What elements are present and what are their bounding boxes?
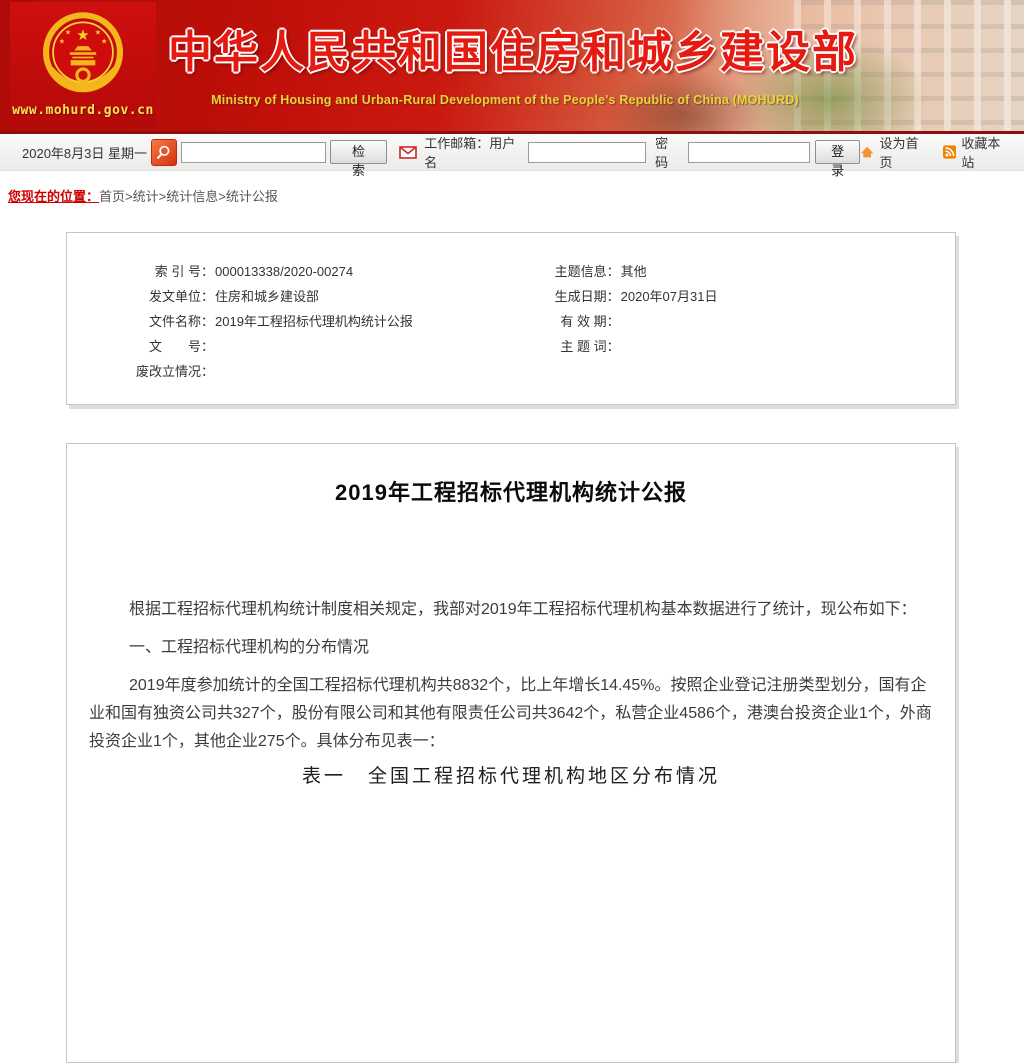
login-button[interactable]: 登录 — [815, 140, 860, 164]
paragraph-section-heading: 一、工程招标代理机构的分布情况 — [89, 634, 933, 662]
current-date: 2020年8月3日 星期一 — [22, 143, 151, 162]
meta-label: 生成日期： — [538, 284, 620, 309]
search-button[interactable]: 检 索 — [330, 140, 387, 164]
meta-row-topic-info: 主题信息： 其他 — [538, 259, 955, 284]
paragraph-statistics: 2019年度参加统计的全国工程招标代理机构共8832个，比上年增长14.45%。… — [89, 672, 933, 756]
document-body-box: 2019年工程招标代理机构统计公报 根据工程招标代理机构统计制度相关规定，我部对… — [66, 443, 956, 1063]
mail-icon — [399, 146, 417, 159]
meta-row-validity-period: 有 效 期： — [538, 309, 955, 334]
site-subtitle-english: Ministry of Housing and Urban-Rural Deve… — [175, 93, 835, 107]
search-icon[interactable] — [151, 139, 177, 166]
document-title: 2019年工程招标代理机构统计公报 — [67, 478, 955, 508]
breadcrumb-separator: > — [125, 189, 133, 204]
mail-username-label: 工作邮箱：用户名 — [424, 133, 524, 171]
meta-label: 废改立情况： — [67, 359, 214, 384]
meta-label: 文 号： — [67, 334, 214, 359]
meta-row-generated-date: 生成日期： 2020年07月31日 — [538, 284, 955, 309]
meta-value — [214, 334, 538, 359]
breadcrumb-statistics-info[interactable]: 统计信息 — [166, 189, 218, 204]
meta-row-repeal-status: 废改立情况： — [67, 359, 538, 384]
breadcrumb-prefix: 您现在的位置： — [8, 189, 99, 204]
search-input[interactable] — [181, 142, 326, 163]
table-one-caption: 表一 全国工程招标代理机构地区分布情况 — [89, 766, 933, 788]
breadcrumb: 您现在的位置：首页>统计>统计信息>统计公报 — [8, 186, 1024, 205]
meta-value: 其他 — [620, 259, 955, 284]
meta-label: 索 引 号： — [67, 259, 214, 284]
meta-row-document-name: 文件名称： 2019年工程招标代理机构统计公报 — [67, 309, 538, 334]
breadcrumb-statistics-bulletin[interactable]: 统计公报 — [226, 189, 278, 204]
meta-label: 发文单位： — [67, 284, 214, 309]
svg-text:★: ★ — [59, 37, 65, 45]
toolbar-quick-links: 设为首页 收藏本站 — [860, 133, 1011, 171]
document-content: 根据工程招标代理机构统计制度相关规定，我部对2019年工程招标代理机构基本数据进… — [67, 596, 955, 788]
meta-value: 000013338/2020-00274 — [214, 259, 538, 284]
set-home-link[interactable]: 设为首页 — [879, 133, 929, 171]
site-title: 中华人民共和国住房和城乡建设部 — [168, 16, 858, 80]
svg-text:★: ★ — [76, 27, 89, 44]
breadcrumb-home[interactable]: 首页 — [99, 189, 125, 204]
meta-value: 2019年工程招标代理机构统计公报 — [214, 309, 538, 334]
svg-text:★: ★ — [65, 29, 71, 37]
svg-text:★: ★ — [101, 37, 107, 45]
meta-label: 主题信息： — [538, 259, 620, 284]
meta-row-index-number: 索 引 号： 000013338/2020-00274 — [67, 259, 538, 284]
password-input[interactable] — [688, 142, 810, 163]
breadcrumb-statistics[interactable]: 统计 — [133, 189, 159, 204]
meta-value — [620, 334, 955, 359]
paragraph-intro: 根据工程招标代理机构统计制度相关规定，我部对2019年工程招标代理机构基本数据进… — [89, 596, 933, 624]
meta-value — [620, 309, 955, 334]
breadcrumb-separator: > — [218, 189, 226, 204]
home-icon — [860, 145, 874, 159]
meta-row-issuing-unit: 发文单位： 住房和城乡建设部 — [67, 284, 538, 309]
password-label: 密码 — [655, 133, 680, 171]
meta-row-subject-terms: 主 题 词： — [538, 334, 955, 359]
metadata-right-column: 主题信息： 其他 生成日期： 2020年07月31日 有 效 期： 主 题 词： — [538, 259, 955, 384]
meta-label: 文件名称： — [67, 309, 214, 334]
meta-row-document-number: 文 号： — [67, 334, 538, 359]
svg-text:★: ★ — [95, 29, 101, 37]
national-emblem-icon: ★ ★ ★ ★ ★ — [39, 6, 127, 102]
meta-label: 有 效 期： — [538, 309, 620, 334]
header-banner: ★ ★ ★ ★ ★ www.mohurd.gov.cn 中华人民共和国住房和城乡… — [0, 0, 1024, 131]
document-metadata-box: 索 引 号： 000013338/2020-00274 发文单位： 住房和城乡建… — [66, 232, 956, 405]
metadata-left-column: 索 引 号： 000013338/2020-00274 发文单位： 住房和城乡建… — [67, 259, 538, 384]
site-logo[interactable]: ★ ★ ★ ★ ★ www.mohurd.gov.cn — [10, 2, 156, 129]
toolbar: 2020年8月3日 星期一 检 索 工作邮箱：用户名 密码 登录 设为首页 收藏… — [0, 131, 1024, 171]
meta-value — [214, 359, 538, 384]
rss-icon — [943, 145, 956, 159]
username-input[interactable] — [528, 142, 646, 163]
meta-value: 2020年07月31日 — [620, 284, 955, 309]
meta-label: 主 题 词： — [538, 334, 620, 359]
favorite-link[interactable]: 收藏本站 — [961, 133, 1011, 171]
site-url: www.mohurd.gov.cn — [12, 103, 154, 118]
meta-value: 住房和城乡建设部 — [214, 284, 538, 309]
